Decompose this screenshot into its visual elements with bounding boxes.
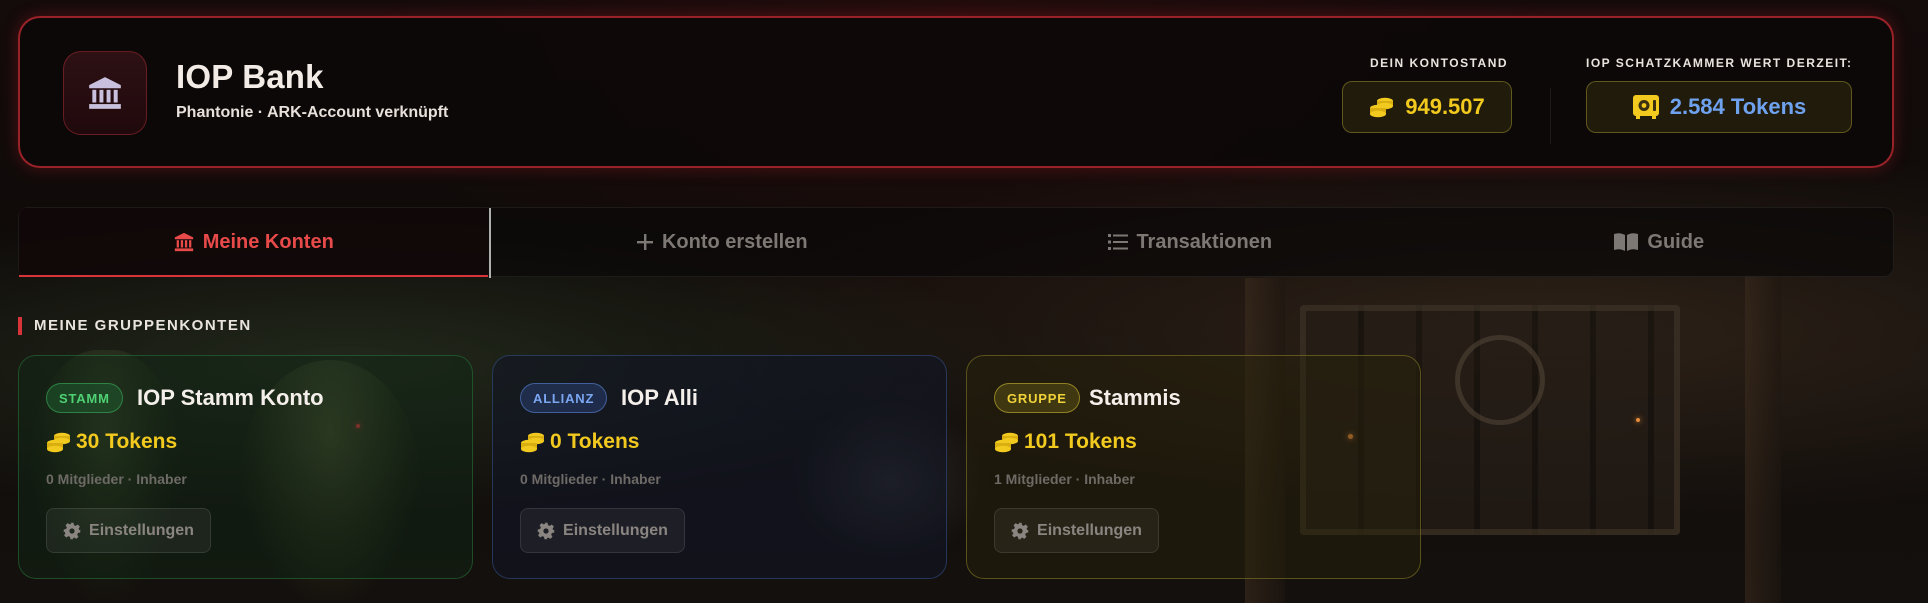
- tab-konto-erstellen[interactable]: Konto erstellen: [488, 208, 957, 276]
- settings-button[interactable]: Einstellungen: [46, 508, 211, 553]
- tab-label: Transaktionen: [1136, 230, 1273, 253]
- book-icon: [1614, 233, 1639, 251]
- list-icon: [1108, 234, 1129, 250]
- treasury-value: 2.584 Tokens: [1669, 94, 1807, 119]
- balance-value: 949.507: [1405, 94, 1485, 119]
- account-meta: 0 Mitglieder · Inhaber: [46, 471, 187, 487]
- account-tokens-value: 101 Tokens: [1024, 430, 1137, 453]
- background-ember: [1636, 418, 1640, 422]
- account-type-badge: ALLIANZ: [520, 383, 608, 413]
- settings-button[interactable]: Einstellungen: [520, 508, 685, 553]
- tab-guide[interactable]: Guide: [1425, 208, 1894, 276]
- gear-icon: [63, 522, 81, 539]
- tab-label: Guide: [1647, 230, 1705, 253]
- header-panel: IOP Bank Phantonie · ARK-Account verknüp…: [18, 16, 1894, 168]
- account-meta: 0 Mitglieder · Inhaber: [520, 471, 661, 487]
- settings-label: Einstellungen: [89, 521, 194, 539]
- account-card-allianz[interactable]: ALLIANZ IOP Alli 0 Tokens 0 Mitglieder ·…: [492, 355, 947, 579]
- account-card-stamm[interactable]: STAMM IOP Stamm Konto 30 Tokens 0 Mitgli…: [18, 355, 473, 579]
- account-tokens-value: 0 Tokens: [550, 430, 640, 453]
- account-card-gruppe[interactable]: GRUPPE Stammis 101 Tokens 1 Mitglieder ·…: [966, 355, 1421, 579]
- treasury-label: IOP SCHATZKAMMER WERT DERZEIT:: [1586, 56, 1853, 70]
- coins-icon: [1370, 97, 1394, 118]
- account-type-badge: STAMM: [46, 383, 123, 413]
- account-tokens: 101 Tokens: [994, 430, 1137, 454]
- background-beam-right: [1745, 275, 1781, 603]
- treasury-box: 2.584 Tokens: [1586, 81, 1852, 133]
- main-tabs: Meine Konten Konto erstellen Transaktion…: [18, 207, 1894, 278]
- app-title: IOP Bank: [176, 58, 324, 95]
- balance-label: DEIN KONTOSTAND: [1370, 56, 1509, 70]
- account-tokens-value: 30 Tokens: [76, 430, 178, 453]
- background-chest-ornament: [1455, 335, 1545, 425]
- gear-icon: [537, 522, 555, 539]
- settings-button[interactable]: Einstellungen: [994, 508, 1159, 553]
- section-title: MEINE GRUPPENKONTEN: [18, 317, 252, 335]
- balance-box: 949.507: [1342, 81, 1512, 133]
- coins-icon: [47, 432, 70, 453]
- account-name: Stammis: [1089, 385, 1181, 410]
- vault-icon: [1632, 95, 1659, 119]
- settings-label: Einstellungen: [563, 521, 668, 539]
- account-type-badge: GRUPPE: [994, 383, 1080, 413]
- tab-transaktionen[interactable]: Transaktionen: [956, 208, 1425, 276]
- account-name: IOP Stamm Konto: [137, 385, 324, 410]
- account-name: IOP Alli: [621, 385, 699, 410]
- plus-icon: [636, 234, 653, 250]
- account-tokens: 30 Tokens: [46, 430, 177, 454]
- bank-icon: [174, 232, 193, 252]
- header-divider: [1550, 88, 1551, 144]
- account-meta: 1 Mitglieder · Inhaber: [994, 471, 1135, 487]
- app-subtitle: Phantonie · ARK-Account verknüpft: [176, 104, 449, 121]
- tab-separator: [489, 208, 491, 278]
- account-tokens: 0 Tokens: [520, 430, 639, 454]
- tab-label: Konto erstellen: [661, 230, 808, 253]
- tab-meine-konten[interactable]: Meine Konten: [19, 208, 488, 277]
- tab-label: Meine Konten: [202, 230, 334, 253]
- bank-icon: [89, 77, 121, 109]
- coins-icon: [521, 432, 544, 453]
- gear-icon: [1011, 522, 1029, 539]
- app-logo: [63, 51, 147, 135]
- coins-icon: [995, 432, 1018, 453]
- settings-label: Einstellungen: [1037, 521, 1142, 539]
